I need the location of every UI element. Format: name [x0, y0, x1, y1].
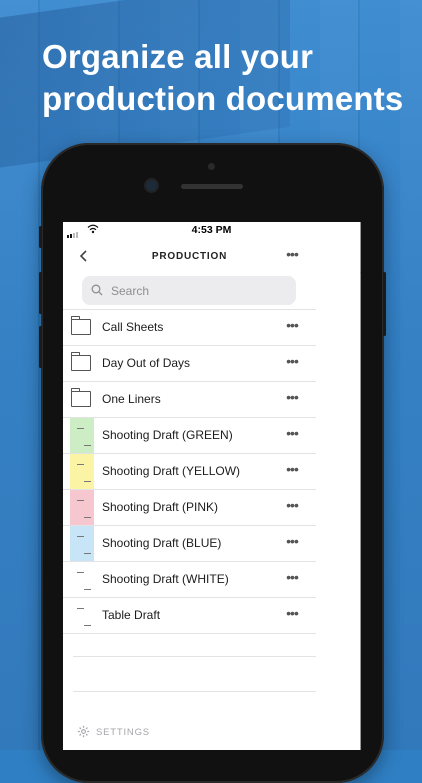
item-label: One Liners	[102, 392, 161, 406]
volume-down-button	[39, 326, 42, 368]
document-thumbnail-icon	[70, 562, 94, 597]
list-item[interactable]: One Liners •••	[63, 381, 316, 417]
search-placeholder: Search	[111, 284, 150, 298]
more-options-icon[interactable]: •••	[279, 353, 305, 371]
empty-row-divider	[73, 691, 316, 692]
more-options-icon[interactable]: •••	[279, 533, 305, 551]
folder-icon	[70, 316, 93, 336]
document-thumbnail-icon	[70, 598, 94, 633]
document-thumbnail-icon	[70, 418, 94, 453]
gear-icon	[77, 725, 90, 738]
item-label: Call Sheets	[102, 320, 164, 334]
more-options-icon[interactable]: •••	[279, 317, 305, 335]
list-item[interactable]: Shooting Draft (YELLOW) •••	[63, 453, 316, 489]
folder-icon	[70, 352, 93, 372]
app-screen: 4:53 PM PRODUCTION ••• Search Call Sheet…	[63, 222, 360, 750]
more-options-icon[interactable]: •••	[279, 425, 305, 443]
headline-line-1: Organize all your	[42, 38, 314, 75]
item-label: Shooting Draft (GREEN)	[102, 428, 233, 442]
settings-label: SETTINGS	[96, 727, 150, 738]
more-options-icon[interactable]: •••	[279, 389, 305, 407]
more-options-icon[interactable]: •••	[281, 246, 303, 264]
status-time: 4:53 PM	[191, 224, 232, 236]
search-input[interactable]: Search	[82, 276, 296, 305]
document-thumbnail-icon	[70, 526, 94, 561]
more-options-icon[interactable]: •••	[279, 605, 305, 623]
more-options-icon[interactable]: •••	[279, 569, 305, 587]
power-button	[383, 272, 386, 336]
navigation-bar: PRODUCTION •••	[63, 240, 316, 272]
document-thumbnail-icon	[70, 454, 94, 489]
list-item[interactable]: Shooting Draft (PINK) •••	[63, 489, 316, 525]
item-label: Shooting Draft (BLUE)	[102, 536, 222, 550]
list-item[interactable]: Shooting Draft (WHITE) •••	[63, 561, 316, 597]
more-options-icon[interactable]: •••	[279, 497, 305, 515]
headline-line-2: production documents	[42, 80, 404, 117]
folder-icon	[70, 388, 93, 408]
earpiece-speaker	[181, 184, 243, 189]
proximity-sensor	[208, 163, 215, 170]
more-options-icon[interactable]: •••	[279, 461, 305, 479]
item-label: Shooting Draft (PINK)	[102, 500, 219, 514]
list-item[interactable]: Shooting Draft (BLUE) •••	[63, 525, 316, 561]
list-item[interactable]: Day Out of Days •••	[63, 345, 316, 381]
search-icon	[91, 284, 103, 296]
item-label: Table Draft	[102, 608, 161, 622]
list-item[interactable]: Call Sheets •••	[63, 309, 316, 345]
list-item[interactable]: Table Draft •••	[63, 597, 316, 634]
mute-switch	[39, 226, 42, 248]
page-title: PRODUCTION	[151, 251, 228, 262]
document-list: Call Sheets ••• Day Out of Days ••• One …	[63, 309, 316, 634]
empty-row-divider	[73, 656, 316, 657]
document-thumbnail-icon	[70, 490, 94, 525]
front-camera	[146, 180, 157, 191]
volume-up-button	[39, 272, 42, 314]
item-label: Day Out of Days	[102, 356, 191, 370]
item-label: Shooting Draft (YELLOW)	[102, 464, 241, 478]
list-item[interactable]: Shooting Draft (GREEN) •••	[63, 417, 316, 453]
marketing-headline: Organize all your production documents	[42, 36, 422, 120]
item-label: Shooting Draft (WHITE)	[102, 572, 229, 586]
